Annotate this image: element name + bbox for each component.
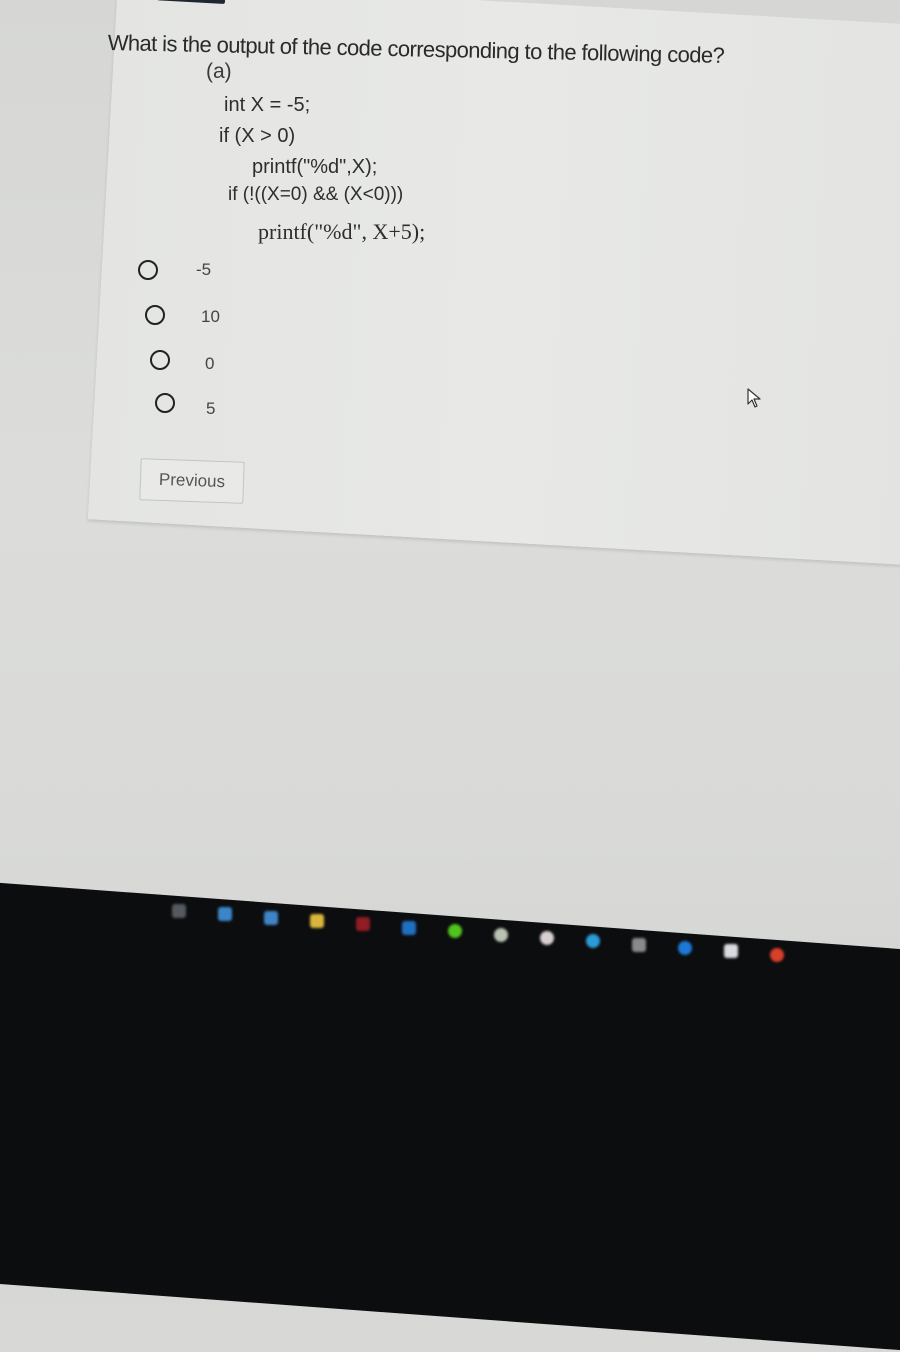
xbox-icon[interactable] [494, 927, 508, 942]
app-red-icon[interactable] [356, 917, 370, 932]
app-circle-icon[interactable] [540, 930, 554, 945]
mail-icon[interactable] [218, 907, 232, 922]
taskbar [0, 880, 900, 1352]
file-explorer-icon[interactable] [310, 914, 324, 929]
screen: What is the output of the code correspon… [0, 0, 900, 1352]
taskbar-area [0, 0, 900, 1352]
app-grid-icon[interactable] [632, 937, 646, 952]
task-view-icon[interactable] [172, 904, 186, 918]
chrome-icon[interactable] [770, 947, 784, 962]
outlook-icon[interactable] [402, 920, 416, 935]
edge-icon[interactable] [264, 910, 278, 925]
app-blue-icon[interactable] [678, 940, 692, 955]
notepad-icon[interactable] [724, 944, 738, 959]
